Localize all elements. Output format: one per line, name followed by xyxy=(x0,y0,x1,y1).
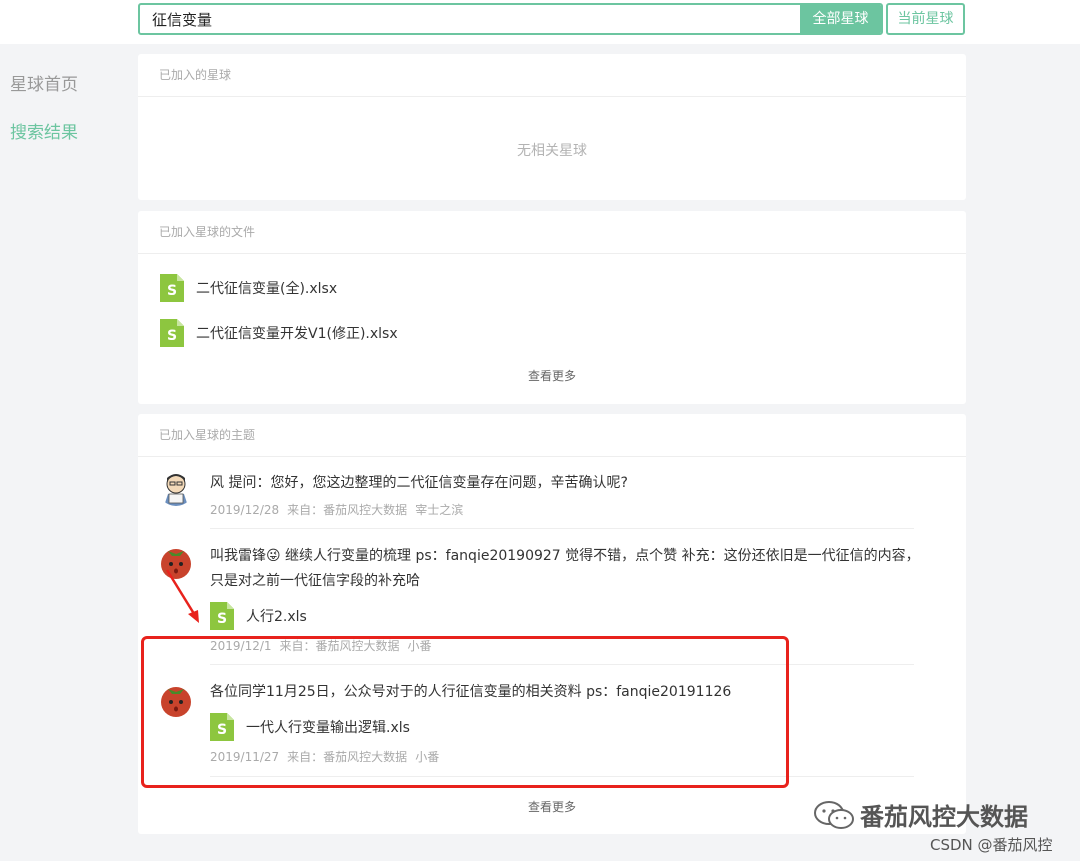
wechat-icon xyxy=(814,800,854,829)
watermark-text: 番茄风控大数据 xyxy=(860,803,1028,831)
credit-text: CSDN @番茄风控 xyxy=(930,836,1053,854)
annotation-arrow xyxy=(165,569,199,623)
watermark: 番茄风控大数据 xyxy=(812,797,1028,832)
